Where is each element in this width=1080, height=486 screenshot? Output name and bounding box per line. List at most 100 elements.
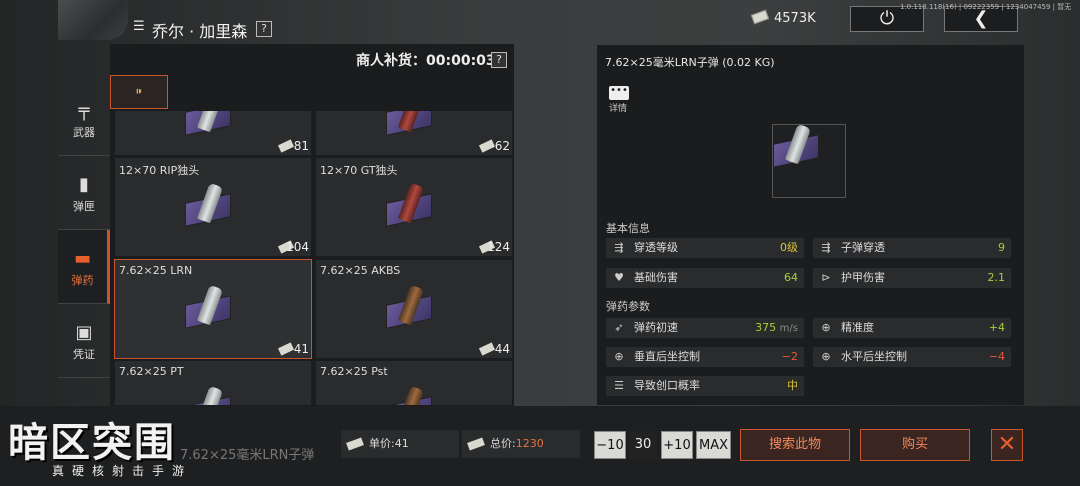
menu-icon[interactable]: ☰ [133,20,147,34]
money-icon [478,342,496,356]
stat-value: 2.1 [987,271,1006,284]
stat-muzzle-velocity: ➶ 弹药初速 375 m/s [606,318,804,338]
quantity-input[interactable]: 30 [629,431,657,459]
stat-value: −2 [781,350,798,363]
stat-value: 64 [784,271,798,284]
plus-10-button[interactable]: +10 [661,431,693,459]
damage-icon: ♥ [614,271,624,284]
trader-help-button[interactable]: ? [256,21,272,37]
restock-help-button[interactable]: ? [491,52,507,68]
item-count: 62 [494,139,510,153]
more-icon[interactable]: ••• [609,86,629,100]
item-count: 104 [286,240,309,254]
category-ammo[interactable]: ▬ 弹药 [58,230,110,304]
stat-label: 精准度 [841,321,874,334]
horizontal-recoil-icon: ⊕ [821,350,831,363]
money-icon [467,437,485,451]
stat-label: 子弹穿透 [841,241,885,254]
max-button[interactable]: MAX [696,431,731,459]
stat-base-damage: ♥ 基础伤害 64 [606,268,804,288]
stat-label: 穿透等级 [634,241,678,254]
version-text: 1.0.118.118(16) | 09222359 | 1234047459 … [900,3,1072,11]
armor-damage-icon: ⊳ [821,271,831,284]
stat-vertical-recoil: ⊕ 垂直后坐控制 −2 [606,347,804,367]
money-icon [346,437,364,451]
crosshair-icon: ⊕ [821,321,831,334]
search-item-button[interactable]: 搜索此物 [740,429,850,461]
money-icon [478,139,496,153]
item-name: 7.62×25 Pst [320,365,388,378]
item-card[interactable]: 7.62×25 AKBS 44 [315,259,513,359]
total-price: 总价:1230 [462,430,580,458]
category-weapons[interactable]: ╤ 武器 [58,82,110,156]
restock-timer: 商人补货：00:00:03 [356,53,496,69]
item-card-selected[interactable]: 7.62×25 LRN 41 [114,259,312,359]
item-card[interactable]: 12×70 GT独头 124 [315,157,513,257]
item-card[interactable]: 7.62×25 Pst [315,360,513,406]
category-vouchers[interactable]: ▣ 凭证 [58,304,110,378]
item-card[interactable]: 7.62×25 PT [114,360,312,406]
item-name: 7.62×25 LRN [119,264,193,277]
wound-icon: ☰ [614,379,624,392]
category-label: 武器 [73,126,95,139]
stat-value: 中 [787,379,798,392]
selected-item-name: 7.62×25毫米LRN子弹 [180,448,315,463]
item-card[interactable]: 62 [315,110,513,156]
game-slogan: 真硬核射击手游 [52,464,193,478]
category-magazines[interactable]: ▮ 弹匣 [58,156,110,230]
rifle-icon: ╤ [78,100,90,121]
trader-name: 乔尔 · 加里森 [152,22,248,41]
bullet-icon: ▬ [73,248,91,269]
magazine-icon: ▮ [79,174,89,195]
ammo-filter-button[interactable]: ⁍ [110,75,168,109]
minus-10-button[interactable]: −10 [594,431,626,459]
ammo-image [386,284,446,329]
ammo-image [185,111,245,136]
stat-label: 基础伤害 [634,271,678,284]
game-logo: 暗区突围 [8,420,176,466]
item-name: 12×70 GT独头 [320,164,398,177]
category-label: 凭证 [73,348,95,361]
money-amount: 4573K [774,11,816,26]
stat-accuracy: ⊕ 精准度 +4 [813,318,1011,338]
stat-value: −4 [988,350,1005,363]
total-price-label: 总价:1230 [490,437,544,450]
item-card[interactable]: 12×70 RIP独头 104 [114,157,312,257]
voucher-icon: ▣ [75,322,93,343]
item-title: 7.62×25毫米LRN子弹 (0.02 KG) [605,56,775,69]
stat-value: 0级 [780,241,798,254]
stat-label: 水平后坐控制 [841,350,907,363]
unit-price: 单价:41 [341,430,459,458]
item-name: 12×70 RIP独头 [119,164,200,177]
section-ammo-params: 弹药参数 [606,300,650,313]
item-count: 44 [494,342,510,356]
category-label: 弹匣 [73,200,95,213]
stat-value: +4 [988,321,1005,334]
money-icon [277,342,295,356]
stat-horizontal-recoil: ⊕ 水平后坐控制 −4 [813,347,1011,367]
item-count: 41 [293,342,309,356]
item-count: 81 [293,139,309,153]
stat-label: 导致创口概率 [634,379,700,392]
buy-button[interactable]: 购买 [860,429,970,461]
stat-bullet-penetration: ⇶ 子弹穿透 9 [813,238,1011,258]
velocity-icon: ➶ [614,321,624,334]
item-card[interactable]: 81 [114,110,312,156]
stat-value: 9 [998,241,1005,254]
unit-price-label: 单价:41 [369,437,409,450]
bullet-penetration-icon: ⇶ [821,241,831,254]
item-name: 7.62×25 PT [119,365,184,378]
ammo-image [185,385,245,405]
stat-armor-damage: ⊳ 护甲伤害 2.1 [813,268,1011,288]
stat-wound-chance: ☰ 导致创口概率 中 [606,376,804,396]
close-button[interactable]: ✕ [991,429,1023,461]
stat-label: 垂直后坐控制 [634,350,700,363]
section-basic-info: 基本信息 [606,222,650,235]
ammo-image [386,385,446,405]
ammo-image [386,182,446,227]
ammo-image [386,111,446,136]
details-label: 详情 [609,104,628,114]
penetration-icon: ⇶ [614,241,624,254]
item-name: 7.62×25 AKBS [320,264,401,277]
item-count: 124 [487,240,510,254]
